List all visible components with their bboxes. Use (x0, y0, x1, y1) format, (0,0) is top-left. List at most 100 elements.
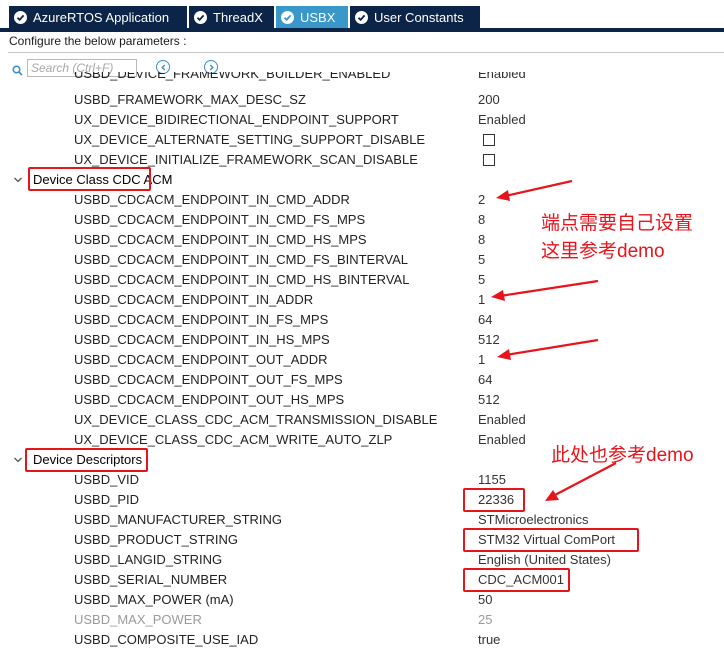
highlight-box-device-descriptors (25, 448, 148, 472)
list-item[interactable]: USBD_COMPOSITE_USE_IAD true (0, 630, 724, 650)
param-name: USBD_SERIAL_NUMBER (74, 572, 228, 587)
param-name: USBD_MANUFACTURER_STRING (74, 512, 283, 527)
list-item[interactable]: USBD_CDCACM_ENDPOINT_IN_HS_MPS 512 (0, 330, 724, 350)
param-value: 512 (478, 392, 500, 407)
param-value: 8 (478, 232, 486, 247)
param-name: UX_DEVICE_BIDIRECTIONAL_ENDPOINT_SUPPORT (74, 112, 399, 127)
param-name: USBD_MAX_POWER (74, 612, 202, 627)
param-value: 1155 (478, 472, 506, 487)
param-name: USBD_CDCACM_ENDPOINT_OUT_HS_MPS (74, 392, 345, 407)
param-name: USBD_CDCACM_ENDPOINT_IN_FS_MPS (74, 312, 329, 327)
configure-label: Configure the below parameters : (9, 34, 187, 48)
param-value: 64 (478, 372, 493, 387)
param-name: USBD_LANGID_STRING (74, 552, 223, 567)
param-value: 64 (478, 312, 493, 327)
param-name: USBD_PRODUCT_STRING (74, 532, 238, 547)
list-item[interactable]: UX_DEVICE_ALTERNATE_SETTING_SUPPORT_DISA… (0, 130, 724, 150)
list-item[interactable]: USBD_CDCACM_ENDPOINT_IN_CMD_HS_BINTERVAL… (0, 270, 724, 290)
param-name: USBD_MAX_POWER (mA) (74, 592, 234, 607)
chevron-right-icon (209, 63, 214, 71)
param-value: 25 (478, 612, 493, 627)
param-value: 1 (478, 292, 486, 307)
tab-threadx[interactable]: ThreadX (189, 6, 274, 28)
tab-label: ThreadX (213, 9, 263, 25)
list-item[interactable]: USBD_PID 22336 (0, 490, 724, 510)
param-value: Enabled (478, 72, 526, 81)
list-item[interactable]: USBD_FRAMEWORK_MAX_DESC_SZ 200 (0, 90, 724, 110)
list-item[interactable]: USBD_MAX_POWER (mA) 50 (0, 590, 724, 610)
param-checkbox[interactable] (483, 134, 495, 146)
list-item[interactable]: USBD_CDCACM_ENDPOINT_IN_CMD_ADDR 2 (0, 190, 724, 210)
list-item[interactable]: UX_DEVICE_CLASS_CDC_ACM_TRANSMISSION_DIS… (0, 410, 724, 430)
chevron-down-icon[interactable] (13, 173, 23, 188)
check-circle-icon (281, 10, 294, 24)
param-value: 5 (478, 272, 486, 287)
list-item[interactable]: USBD_CDCACM_ENDPOINT_OUT_ADDR 1 (0, 350, 724, 370)
list-item[interactable]: USBD_CDCACM_ENDPOINT_IN_ADDR 1 (0, 290, 724, 310)
param-name: USBD_CDCACM_ENDPOINT_IN_CMD_HS_BINTERVAL (74, 272, 410, 287)
param-value: 8 (478, 212, 486, 227)
param-name: USBD_CDCACM_ENDPOINT_IN_CMD_HS_MPS (74, 232, 367, 247)
param-name: USBD_CDCACM_ENDPOINT_IN_CMD_FS_BINTERVAL (74, 252, 408, 267)
param-value: 5 (478, 252, 486, 267)
highlight-box-cdc-acm (28, 167, 151, 191)
param-name: USBD_PID (74, 492, 140, 507)
tab-usbx[interactable]: USBX (276, 6, 348, 28)
list-item[interactable]: USBD_SERIAL_NUMBER CDC_ACM001 (0, 570, 724, 590)
tab-user-constants[interactable]: User Constants (350, 6, 480, 28)
tab-label: User Constants (374, 9, 464, 25)
divider (8, 52, 724, 53)
param-value: English (United States) (478, 552, 611, 567)
param-name: USBD_DEVICE_FRAMEWORK_BUILDER_ENABLED (74, 72, 391, 81)
list-item[interactable]: USBD_CDCACM_ENDPOINT_OUT_FS_MPS 64 (0, 370, 724, 390)
chevron-left-icon (160, 63, 165, 71)
list-item[interactable]: USBD_LANGID_STRING English (United State… (0, 550, 724, 570)
chevron-down-icon[interactable] (13, 453, 23, 468)
tab-label: USBX (300, 9, 336, 25)
param-value: STMicroelectronics (478, 512, 589, 527)
param-name: UX_DEVICE_ALTERNATE_SETTING_SUPPORT_DISA… (74, 132, 426, 147)
check-circle-icon (355, 10, 368, 24)
param-name: USBD_CDCACM_ENDPOINT_IN_ADDR (74, 292, 314, 307)
check-circle-icon (14, 10, 27, 24)
param-value: Enabled (478, 112, 526, 127)
param-value: Enabled (478, 432, 526, 447)
param-name: USBD_CDCACM_ENDPOINT_IN_HS_MPS (74, 332, 330, 347)
check-circle-icon (194, 10, 207, 24)
param-name: USBD_CDCACM_ENDPOINT_IN_CMD_ADDR (74, 192, 350, 207)
list-item[interactable]: UX_DEVICE_BIDIRECTIONAL_ENDPOINT_SUPPORT… (0, 110, 724, 130)
param-name: UX_DEVICE_CLASS_CDC_ACM_WRITE_AUTO_ZLP (74, 432, 393, 447)
param-value: 1 (478, 352, 486, 367)
param-name: UX_DEVICE_INITIALIZE_FRAMEWORK_SCAN_DISA… (74, 152, 418, 167)
list-item[interactable]: USBD_DEVICE_FRAMEWORK_BUILDER_ENABLED En… (0, 72, 724, 84)
highlight-box-product-string (463, 528, 639, 552)
param-value: true (478, 632, 501, 647)
param-name: USBD_CDCACM_ENDPOINT_OUT_FS_MPS (74, 372, 343, 387)
param-value: 50 (478, 592, 493, 607)
param-name: USBD_FRAMEWORK_MAX_DESC_SZ (74, 92, 306, 107)
list-item[interactable]: USBD_MANUFACTURER_STRING STMicroelectron… (0, 510, 724, 530)
highlight-box-pid (463, 488, 525, 512)
param-value: 512 (478, 332, 500, 347)
list-item: USBD_MAX_POWER 25 (0, 610, 724, 630)
param-name: USBD_VID (74, 472, 140, 487)
param-checkbox[interactable] (483, 154, 495, 166)
tab-bar: AzureRTOS Application ThreadX USBX User … (0, 0, 724, 33)
param-value: Enabled (478, 412, 526, 427)
param-value: 2 (478, 192, 486, 207)
parameter-list: USBD_DEVICE_FRAMEWORK_BUILDER_ENABLED En… (0, 72, 724, 650)
annotation-note-descriptors: 此处也参考demo (551, 445, 694, 466)
annotation-note-line1: 端点需要自己设置 (541, 213, 694, 234)
param-name: UX_DEVICE_CLASS_CDC_ACM_TRANSMISSION_DIS… (74, 412, 438, 427)
param-name: USBD_CDCACM_ENDPOINT_IN_CMD_FS_MPS (74, 212, 366, 227)
list-item[interactable]: USBD_CDCACM_ENDPOINT_OUT_HS_MPS 512 (0, 390, 724, 410)
highlight-box-serial-number (463, 568, 570, 592)
param-name: USBD_CDCACM_ENDPOINT_OUT_ADDR (74, 352, 328, 367)
param-value: 200 (478, 92, 500, 107)
list-item[interactable]: USBD_VID 1155 (0, 470, 724, 490)
annotation-note-line2: 这里参考demo (541, 241, 665, 262)
tab-azurertos-application[interactable]: AzureRTOS Application (9, 6, 187, 28)
list-item[interactable]: USBD_CDCACM_ENDPOINT_IN_FS_MPS 64 (0, 310, 724, 330)
tab-underline (0, 28, 724, 32)
tab-label: AzureRTOS Application (33, 9, 170, 25)
